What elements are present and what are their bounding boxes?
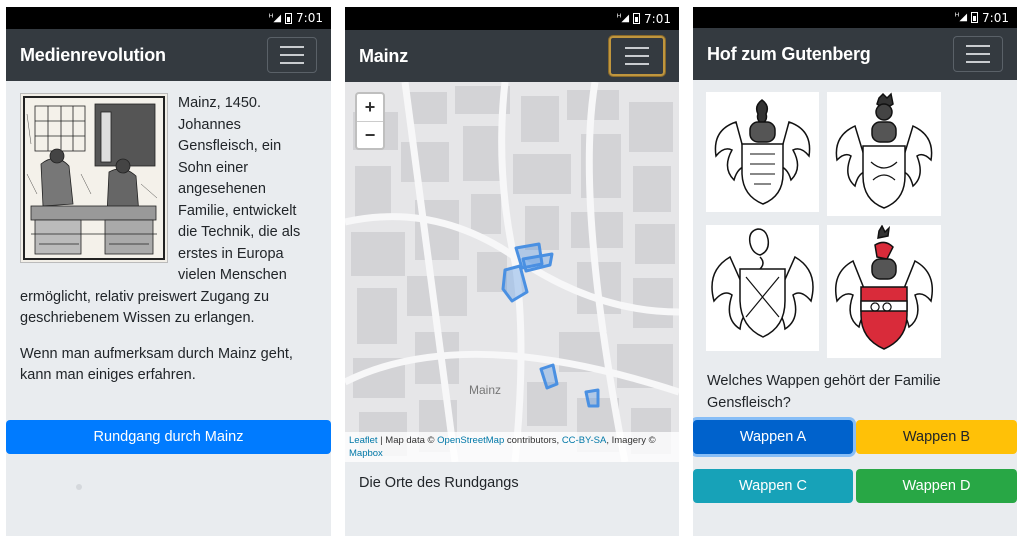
- battery-icon: [633, 13, 641, 24]
- quiz-question: Welches Wappen gehört der Familie Gensfl…: [707, 373, 941, 411]
- status-time: 7:01: [296, 11, 323, 25]
- navbar: Mainz: [345, 30, 679, 82]
- coat-of-arms-b: [827, 92, 941, 216]
- map-caption: Die Orte des Rundgangs: [359, 475, 519, 491]
- answer-a-button[interactable]: Wappen A: [693, 420, 853, 454]
- coat-of-arms-d-icon: [835, 224, 933, 350]
- intro-paragraph-2: Wenn man aufmerksam durch Mainz geht, ka…: [20, 345, 293, 384]
- phone-screen-map: ᴴ◢ 7:01 Mainz + − Mainz Leaflet | Map da…: [345, 7, 679, 536]
- menu-toggle-button[interactable]: [609, 36, 665, 76]
- leaflet-link[interactable]: Leaflet: [349, 435, 378, 446]
- map-city-label: Mainz: [469, 383, 502, 397]
- mapbox-link[interactable]: Mapbox: [349, 448, 383, 459]
- zoom-control: + −: [355, 92, 385, 150]
- printing-press-woodcut-icon: [23, 96, 165, 260]
- navbar-brand[interactable]: Medienrevolution: [20, 45, 166, 66]
- navbar-brand[interactable]: Mainz: [359, 46, 408, 67]
- woodcut-image: [20, 93, 168, 263]
- hamburger-icon: [966, 45, 990, 47]
- map-tiles: [345, 82, 679, 462]
- status-bar: ᴴ◢ 7:01: [345, 7, 679, 30]
- coat-of-arms-c-icon: [711, 228, 814, 338]
- status-time: 7:01: [644, 11, 671, 26]
- license-link[interactable]: CC-BY-SA: [562, 435, 607, 446]
- osm-link[interactable]: OpenStreetMap: [437, 435, 504, 446]
- navbar-brand[interactable]: Hof zum Gutenberg: [707, 44, 871, 65]
- coat-of-arms-d: [827, 224, 941, 358]
- signal-icon: ᴴ◢: [268, 12, 282, 24]
- faint-dot: [76, 484, 82, 490]
- phone-screen-quiz: ᴴ◢ 7:01 Hof zum Gutenberg Welches Wappen…: [693, 7, 1017, 536]
- answer-b-button[interactable]: Wappen B: [856, 420, 1017, 454]
- map-view[interactable]: + − Mainz Leaflet | Map data © OpenStree…: [345, 82, 679, 462]
- status-bar: ᴴ◢ 7:01: [693, 7, 1017, 28]
- tour-start-button[interactable]: Rundgang durch Mainz: [6, 420, 331, 454]
- battery-icon: [285, 12, 293, 24]
- hamburger-icon: [280, 46, 304, 48]
- answer-c-button[interactable]: Wappen C: [693, 469, 853, 503]
- status-bar: ᴴ◢ 7:01: [6, 7, 331, 29]
- hamburger-icon: [625, 47, 649, 49]
- intro-content: Mainz, 1450. Johannes Gensfleisch, ein S…: [6, 81, 331, 399]
- menu-toggle-button[interactable]: [267, 37, 317, 73]
- answer-d-button[interactable]: Wappen D: [856, 469, 1017, 503]
- signal-icon: ᴴ◢: [954, 12, 968, 23]
- battery-icon: [971, 12, 979, 23]
- signal-icon: ᴴ◢: [616, 13, 630, 24]
- menu-toggle-button[interactable]: [953, 36, 1003, 72]
- coat-of-arms-a-icon: [714, 99, 811, 205]
- map-attribution: Leaflet | Map data © OpenStreetMap contr…: [345, 432, 679, 462]
- coat-of-arms-b-icon: [835, 92, 933, 209]
- phone-screen-intro: ᴴ◢ 7:01 Medienrevolution Mainz, 1450. Jo…: [6, 7, 331, 536]
- zoom-out-button[interactable]: −: [357, 121, 383, 148]
- navbar: Medienrevolution: [6, 29, 331, 81]
- zoom-in-button[interactable]: +: [357, 94, 383, 121]
- coat-of-arms-c: [706, 225, 819, 351]
- navbar: Hof zum Gutenberg: [693, 28, 1017, 80]
- status-time: 7:01: [982, 10, 1009, 25]
- coat-of-arms-a: [706, 92, 819, 212]
